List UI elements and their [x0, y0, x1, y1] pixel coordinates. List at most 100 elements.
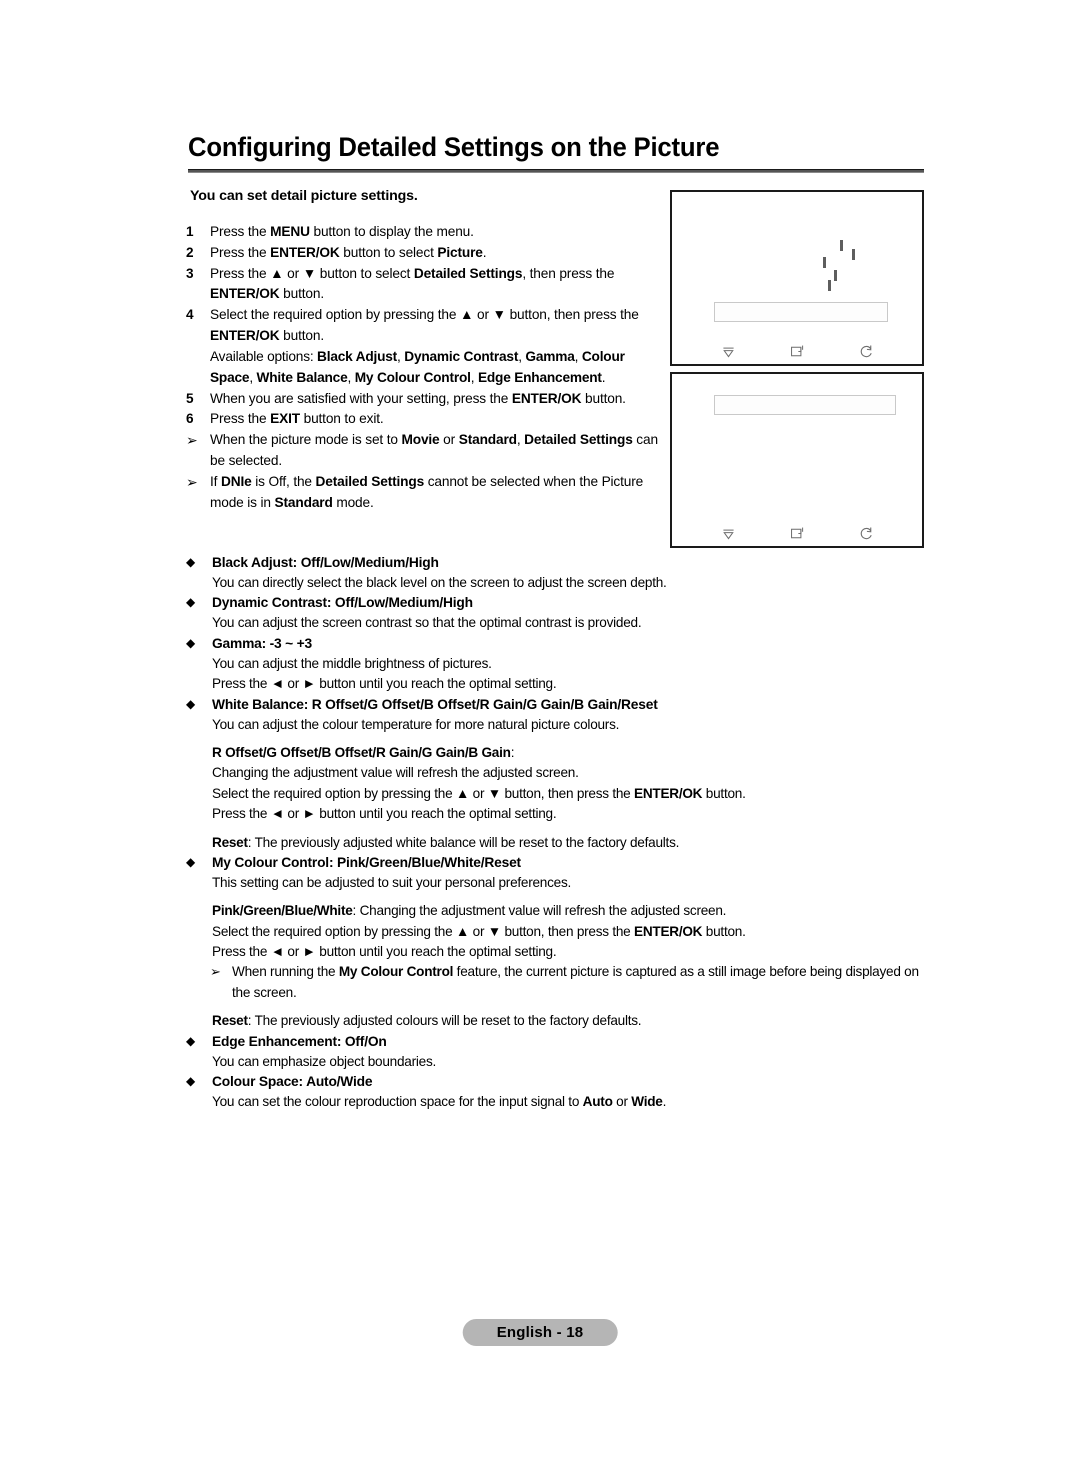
- step-text: Press the MENU button to display the men…: [210, 224, 474, 239]
- option-body: This setting can be adjusted to suit you…: [212, 873, 936, 963]
- option-heading-text: Colour Space: Auto/Wide: [212, 1074, 373, 1090]
- step-number: 5: [186, 390, 194, 406]
- step-text: Select the required option by pressing t…: [210, 307, 639, 344]
- step-item: 4 Select the required option by pressing …: [186, 305, 664, 347]
- step-text: When you are satisfied with your setting…: [210, 390, 626, 406]
- osd-tick: [823, 257, 826, 268]
- steps-list-tail: 5 When you are satisfied with your settin…: [186, 389, 664, 514]
- option-body-line: You can adjust the colour temperature fo…: [212, 716, 620, 732]
- option-body-line: You can directly select the black level …: [212, 575, 667, 590]
- note-marker-icon: ➢: [186, 432, 198, 449]
- option-body-tail: Reset: The previously adjusted colours w…: [212, 1011, 936, 1031]
- step-item: 5 When you are satisfied with your settin…: [186, 389, 664, 410]
- enter-icon: [789, 525, 806, 542]
- option-body-line: Reset: The previously adjusted white bal…: [212, 834, 680, 850]
- osd-screen-picture-menu: [670, 372, 924, 548]
- option-body-line: You can adjust the middle brightness of …: [212, 655, 492, 671]
- option-body-line: Press the ◄ or ► button until you reach …: [212, 676, 557, 692]
- option-heading-text: Black Adjust: Off/Low/Medium/High: [212, 555, 439, 570]
- move-icon: [720, 343, 737, 360]
- step-text: Press the ENTER/OK button to select Pict…: [210, 244, 487, 260]
- step-item: 3 Press the ▲ or ▼ button to select Detai…: [186, 264, 664, 306]
- diamond-bullet-icon: ◆: [186, 595, 196, 610]
- title-block: Configuring Detailed Settings on the Pic…: [188, 132, 924, 174]
- step-text: If DNIe is Off, the Detailed Settings ca…: [210, 473, 644, 510]
- diamond-bullet-icon: ◆: [186, 1074, 196, 1089]
- manual-page: Configuring Detailed Settings on the Pic…: [0, 0, 1080, 1464]
- option-heading-text: White Balance: R Offset/G Offset/B Offse…: [212, 696, 658, 712]
- diamond-bullet-icon: ◆: [186, 555, 196, 569]
- option-subnote-text: When running the My Colour Control featu…: [232, 964, 919, 1000]
- option-body-line: Press the ◄ or ► button until you reach …: [212, 944, 557, 960]
- option-dynamic-contrast: ◆ Dynamic Contrast: Off/Low/Medium/High Yo…: [186, 593, 936, 633]
- diamond-bullet-icon: ◆: [186, 854, 196, 869]
- note-marker-icon: ➢: [186, 473, 198, 490]
- option-body: You can emphasize object boundaries.: [212, 1052, 936, 1072]
- step-item: 1 Press the MENU button to display the me…: [186, 222, 664, 243]
- step-text: When the picture mode is set to Movie or…: [210, 432, 658, 469]
- step-number: 6: [186, 411, 194, 427]
- step-number: 2: [186, 244, 194, 260]
- step-number: 3: [186, 265, 194, 281]
- osd-tick: [828, 280, 831, 291]
- note-item: ➢ When the picture mode is set to Movie o…: [186, 430, 664, 472]
- note-item: ➢ If DNIe is Off, the Detailed Settings c…: [186, 472, 664, 514]
- option-body-line: Press the ◄ or ► button until you reach …: [212, 806, 557, 822]
- diamond-bullet-icon: ◆: [186, 696, 196, 711]
- move-icon: [720, 525, 737, 542]
- option-heading-text: My Colour Control: Pink/Green/Blue/White…: [212, 854, 521, 870]
- option-body-line: Select the required option by pressing t…: [212, 923, 746, 939]
- diamond-bullet-icon: ◆: [186, 635, 196, 650]
- option-body-line: Reset: The previously adjusted colours w…: [212, 1013, 642, 1029]
- note-marker-icon: ➢: [210, 964, 221, 980]
- osd-icon-row: [672, 343, 922, 360]
- steps-list: 1 Press the MENU button to display the me…: [186, 222, 664, 347]
- intro-text: You can set detail picture settings.: [190, 188, 418, 204]
- option-body: You can directly select the black level …: [212, 573, 936, 593]
- page-title: Configuring Detailed Settings on the Pic…: [188, 132, 720, 162]
- osd-tick: [834, 270, 837, 281]
- step-item: 2 Press the ENTER/OK button to select Pic…: [186, 243, 664, 264]
- option-black-adjust: ◆ Black Adjust: Off/Low/Medium/High You ca…: [186, 553, 936, 593]
- diamond-bullet-icon: ◆: [186, 1033, 196, 1048]
- option-heading-text: Dynamic Contrast: Off/Low/Medium/High: [212, 595, 473, 611]
- osd-highlight-bar: [714, 302, 888, 322]
- option-body-line: You can adjust the screen contrast so th…: [212, 615, 642, 631]
- osd-highlight-bar: [714, 395, 896, 415]
- option-body-line: R Offset/G Offset/B Offset/R Gain/G Gain…: [212, 744, 515, 760]
- instruction-steps: 1 Press the MENU button to display the me…: [186, 222, 664, 514]
- option-descriptions: ◆ Black Adjust: Off/Low/Medium/High You ca…: [186, 553, 936, 1112]
- option-heading: ◆ My Colour Control: Pink/Green/Blue/Whit…: [186, 853, 936, 873]
- osd-tick: [852, 249, 855, 260]
- option-body-line: Pink/Green/Blue/White: Changing the adju…: [212, 903, 727, 919]
- option-body: You can set the colour reproduction spac…: [212, 1092, 936, 1112]
- step4-available-options: Available options: Black Adjust, Dynamic…: [210, 348, 625, 385]
- option-heading-text: Gamma: -3 ~ +3: [212, 635, 312, 651]
- option-body-line: You can set the colour reproduction spac…: [212, 1094, 667, 1110]
- page-footer-badge: English - 18: [462, 1319, 618, 1346]
- osd-icon-row: [672, 525, 922, 542]
- option-gamma: ◆ Gamma: -3 ~ +3 You can adjust the middle…: [186, 634, 936, 695]
- option-colour-space: ◆ Colour Space: Auto/Wide You can set the …: [186, 1072, 936, 1112]
- option-subnote: ➢ When running the My Colour Control feat…: [210, 962, 936, 1003]
- option-heading: ◆ Black Adjust: Off/Low/Medium/High: [186, 553, 936, 573]
- return-icon: [858, 525, 875, 542]
- option-body: You can adjust the screen contrast so th…: [212, 613, 936, 633]
- option-heading: ◆ Gamma: -3 ~ +3: [186, 634, 936, 654]
- option-heading: ◆ Colour Space: Auto/Wide: [186, 1072, 936, 1092]
- option-heading: ◆ Edge Enhancement: Off/On: [186, 1032, 936, 1052]
- option-body-line: This setting can be adjusted to suit you…: [212, 874, 572, 890]
- option-heading: ◆ White Balance: R Offset/G Offset/B Offs…: [186, 695, 936, 715]
- option-body: You can adjust the colour temperature fo…: [212, 715, 936, 853]
- return-icon: [858, 343, 875, 360]
- osd-tick: [840, 240, 843, 251]
- option-body-line: Select the required option by pressing t…: [212, 785, 746, 801]
- option-heading-text: Edge Enhancement: Off/On: [212, 1033, 387, 1049]
- step-item: 6 Press the EXIT button to exit.: [186, 409, 664, 430]
- title-divider: [188, 169, 924, 174]
- option-my-colour-control: ◆ My Colour Control: Pink/Green/Blue/Whit…: [186, 853, 936, 1032]
- enter-icon: [789, 343, 806, 360]
- option-edge-enhancement: ◆ Edge Enhancement: Off/On You can emphasi…: [186, 1032, 936, 1072]
- option-body-line: You can emphasize object boundaries.: [212, 1053, 437, 1069]
- option-body: You can adjust the middle brightness of …: [212, 654, 936, 695]
